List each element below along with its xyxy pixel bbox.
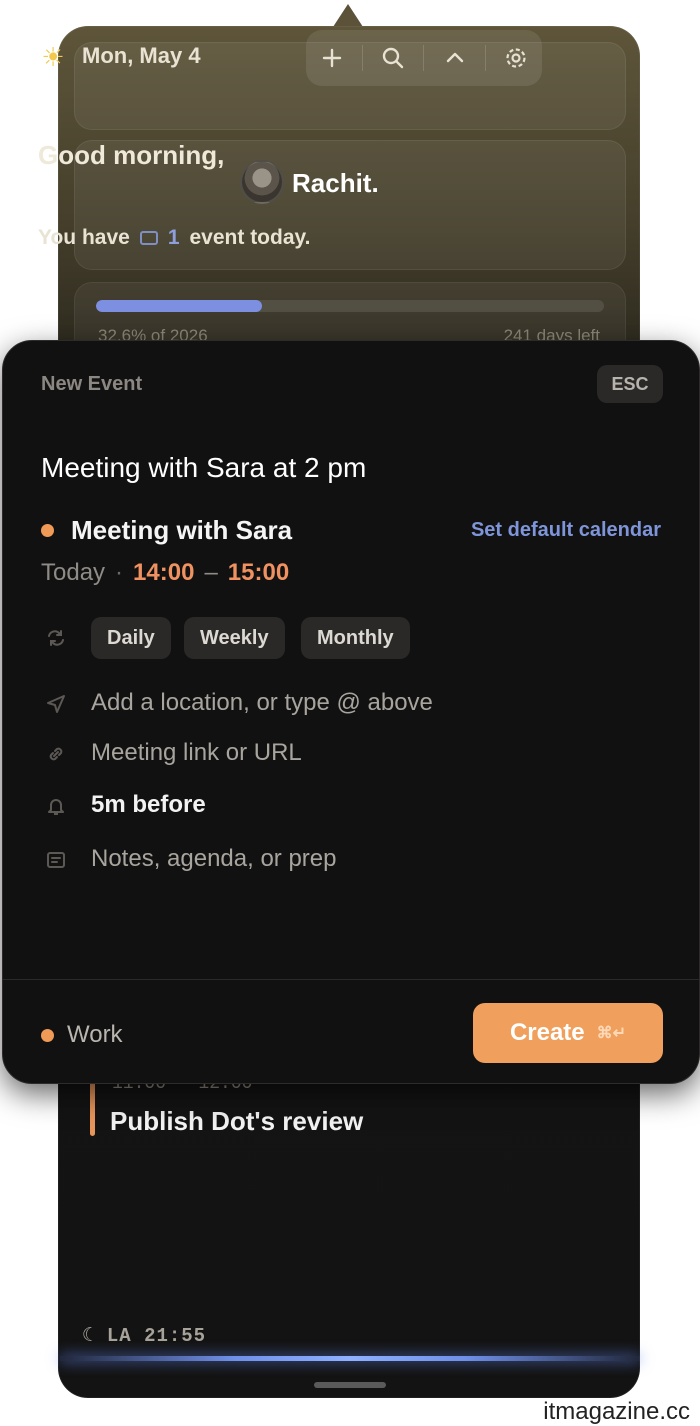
- event-time-row: Today · 14:00 – 15:00: [41, 559, 289, 587]
- notes-field[interactable]: Notes, agenda, or prep: [91, 845, 337, 873]
- event-count: 1: [167, 226, 180, 249]
- event-summary: You have 1 event today.: [38, 226, 310, 250]
- plus-icon: [322, 48, 342, 68]
- screen: ☀ Mon, May 4 Good morning, Rachit. You h…: [0, 0, 700, 1426]
- event-title-input[interactable]: [41, 445, 661, 491]
- summary-suffix: event today.: [189, 226, 311, 249]
- greeting-text: Good morning,: [38, 140, 224, 171]
- alert-field[interactable]: 5m before: [91, 791, 206, 819]
- toolbar-divider: [484, 45, 486, 71]
- avatar[interactable]: [240, 160, 284, 204]
- location-arrow-icon: [41, 689, 71, 719]
- calendar-icon: [139, 231, 158, 245]
- search-icon: [383, 47, 404, 69]
- collapse-button[interactable]: [433, 38, 477, 78]
- calendar-selector[interactable]: Work: [67, 1021, 123, 1049]
- notes-icon: [41, 845, 71, 875]
- separator-dot: ·: [115, 559, 124, 586]
- gear-icon: [506, 48, 526, 68]
- location-field[interactable]: Add a location, or type @ above: [91, 689, 433, 717]
- summary-prefix: You have: [38, 226, 130, 249]
- event-color-bar: [90, 1082, 95, 1136]
- parsed-event-title: Meeting with Sara: [71, 515, 293, 545]
- year-progress-fill: [96, 300, 262, 312]
- watermark: itmagazine.cc: [539, 1398, 694, 1426]
- moon-icon: ☾: [82, 1325, 95, 1347]
- event-title[interactable]: Publish Dot's review: [110, 1106, 363, 1137]
- timezone-label: LA 21:55: [106, 1325, 207, 1347]
- chevron-up-icon: [446, 52, 463, 63]
- sun-icon: ☀: [41, 42, 65, 72]
- link-icon: [41, 739, 71, 769]
- year-progress-bar: [96, 300, 604, 312]
- set-default-calendar-link[interactable]: Set default calendar: [471, 519, 661, 542]
- create-button[interactable]: Create ⌘↵: [473, 1003, 663, 1063]
- header-toolbar: [306, 30, 542, 86]
- settings-button[interactable]: [494, 38, 538, 78]
- repeat-weekly-button[interactable]: Weekly: [184, 617, 285, 659]
- sheet-divider: [3, 979, 699, 980]
- toolbar-divider: [423, 45, 425, 71]
- esc-button[interactable]: ESC: [597, 365, 663, 403]
- header-date: Mon, May 4: [82, 43, 201, 68]
- timezone-clock: ☾ LA 21:55: [82, 1324, 206, 1347]
- new-event-sheet: New Event ESC Meeting with Sara Set defa…: [2, 340, 700, 1084]
- bottom-glow: [60, 1356, 640, 1361]
- user-name: Rachit.: [292, 168, 379, 198]
- time-dash: –: [204, 559, 218, 586]
- greeting-prefix: Good morning,: [38, 140, 225, 170]
- resize-handle[interactable]: [314, 1382, 386, 1388]
- meeting-link-field[interactable]: Meeting link or URL: [91, 739, 302, 767]
- repeat-monthly-button[interactable]: Monthly: [301, 617, 410, 659]
- start-time[interactable]: 14:00: [133, 559, 194, 587]
- work-calendar-dot: [41, 1029, 54, 1042]
- end-time[interactable]: 15:00: [228, 559, 289, 587]
- sheet-title: New Event: [41, 373, 143, 395]
- repeat-icon: [41, 623, 71, 653]
- calendar-color-dot: [41, 524, 54, 537]
- toolbar-divider: [362, 45, 364, 71]
- event-day[interactable]: Today: [41, 559, 105, 587]
- add-button[interactable]: [310, 38, 354, 78]
- create-label: Create: [509, 1019, 585, 1046]
- search-button[interactable]: [371, 38, 415, 78]
- create-shortcut: ⌘↵: [596, 1025, 627, 1042]
- repeat-daily-button[interactable]: Daily: [91, 617, 171, 659]
- bell-icon: [41, 791, 71, 821]
